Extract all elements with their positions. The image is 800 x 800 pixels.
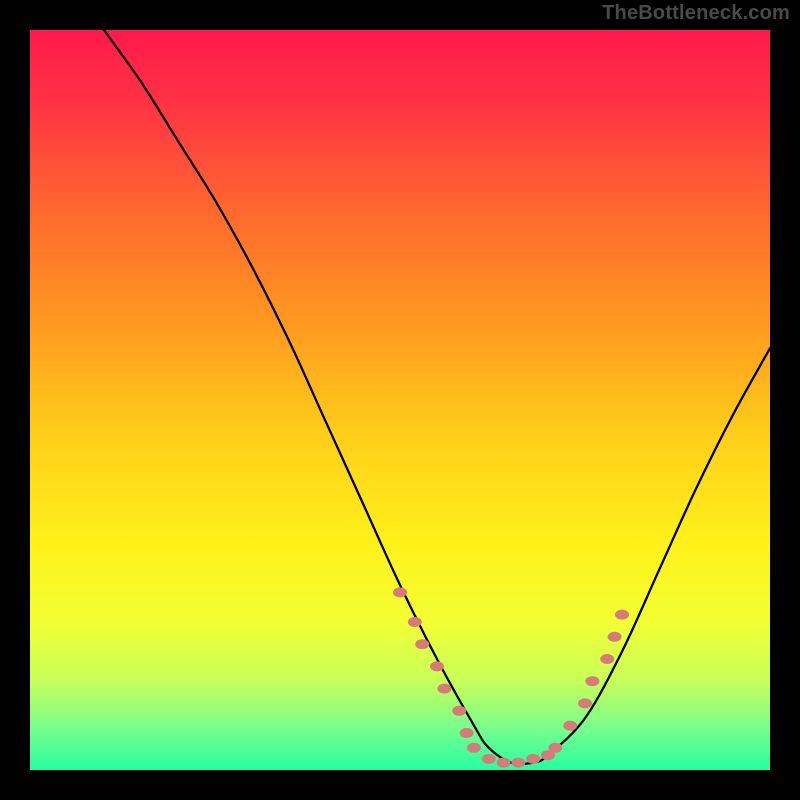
curve-marker bbox=[460, 728, 474, 738]
curve-marker bbox=[497, 758, 511, 768]
curve-marker bbox=[467, 743, 481, 753]
curve-marker bbox=[615, 610, 629, 620]
curve-marker bbox=[526, 754, 540, 764]
curve-marker bbox=[548, 743, 562, 753]
curve-marker bbox=[393, 587, 407, 597]
curve-marker bbox=[600, 654, 614, 664]
curve-marker bbox=[608, 632, 622, 642]
chart-svg bbox=[0, 0, 800, 800]
curve-marker bbox=[563, 721, 577, 731]
curve-marker bbox=[437, 684, 451, 694]
curve-marker bbox=[511, 758, 525, 768]
curve-marker bbox=[578, 698, 592, 708]
curve-marker bbox=[430, 661, 444, 671]
curve-marker bbox=[452, 706, 466, 716]
curve-marker bbox=[482, 754, 496, 764]
curve-marker bbox=[585, 676, 599, 686]
chart-stage: TheBottleneck.com bbox=[0, 0, 800, 800]
curve-marker bbox=[415, 639, 429, 649]
curve-marker bbox=[408, 617, 422, 627]
gradient-background bbox=[30, 30, 770, 770]
